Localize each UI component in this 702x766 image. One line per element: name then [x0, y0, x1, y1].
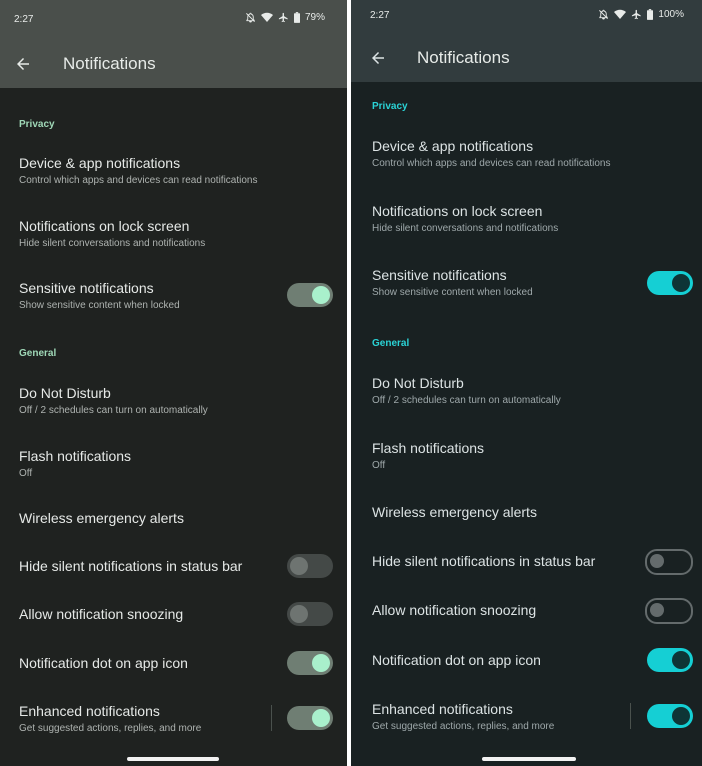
list-item[interactable]: Notifications on lock screen Hide silent… — [0, 218, 347, 251]
toggle-knob — [290, 605, 308, 623]
section-general: General — [372, 338, 410, 349]
sensitive-notifications-toggle[interactable] — [647, 271, 693, 295]
gesture-handle[interactable] — [482, 757, 576, 761]
item-title: Device & app notifications — [372, 138, 534, 154]
item-subtitle: Off / 2 schedules can turn on automatica… — [372, 395, 561, 406]
item-subtitle: Control which apps and devices can read … — [372, 158, 611, 169]
item-title: Flash notifications — [19, 448, 132, 464]
status-time: 2:27 — [14, 14, 34, 25]
list-item[interactable]: Do Not Disturb Off / 2 schedules can tur… — [0, 385, 347, 418]
enhanced-notifications-toggle[interactable] — [287, 706, 333, 730]
snoozing-toggle[interactable] — [645, 598, 693, 624]
divider — [630, 703, 631, 729]
hide-silent-toggle[interactable] — [645, 549, 693, 575]
right-screen: 2:27 100% Notifications Privacy Device &… — [351, 0, 702, 766]
wifi-icon — [260, 12, 273, 22]
list-item[interactable]: Notifications on lock screen Hide silent… — [351, 203, 702, 236]
enhanced-notifications-toggle[interactable] — [647, 704, 693, 728]
back-arrow-icon[interactable] — [14, 55, 32, 73]
list-item[interactable]: Wireless emergency alerts — [351, 504, 702, 520]
item-subtitle: Control which apps and devices can read … — [19, 175, 258, 186]
item-subtitle: Hide silent conversations and notificati… — [19, 238, 206, 249]
toggle-knob — [312, 709, 330, 727]
notification-dot-toggle[interactable] — [287, 651, 333, 675]
notification-dot-toggle[interactable] — [647, 648, 693, 672]
left-screen: 2:27 79% Notifications Privacy Device & … — [0, 0, 347, 766]
toggle-knob — [672, 651, 690, 669]
item-title: Notifications on lock screen — [19, 218, 190, 234]
airplane-icon — [632, 9, 642, 20]
battery-icon — [293, 12, 300, 23]
notifications-off-icon — [599, 9, 609, 20]
list-item[interactable]: Device & app notifications Control which… — [351, 138, 702, 171]
list-item[interactable]: Flash notifications Off — [351, 440, 702, 473]
section-privacy: Privacy — [19, 119, 55, 130]
item-subtitle: Off / 2 schedules can turn on automatica… — [19, 405, 208, 416]
status-bar: 2:27 100% — [351, 0, 702, 38]
item-title: Flash notifications — [372, 440, 485, 456]
status-time: 2:27 — [370, 10, 390, 21]
list-item[interactable]: Device & app notifications Control which… — [0, 155, 347, 188]
gesture-handle[interactable] — [127, 757, 219, 761]
toggle-knob — [672, 274, 690, 292]
toggle-knob — [650, 554, 664, 568]
list-item[interactable]: Do Not Disturb Off / 2 schedules can tur… — [351, 375, 702, 408]
airplane-icon — [278, 12, 288, 23]
hide-silent-toggle[interactable] — [287, 554, 333, 578]
status-bar: 2:27 79% — [0, 0, 347, 38]
wifi-icon — [614, 9, 627, 19]
item-title: Wireless emergency alerts — [372, 504, 537, 520]
section-general: General — [19, 348, 57, 359]
page-title: Notifications — [417, 48, 510, 67]
toggle-knob — [290, 557, 308, 575]
list-item[interactable]: Wireless emergency alerts — [0, 510, 347, 526]
snoozing-toggle[interactable] — [287, 602, 333, 626]
battery-percent: 79% — [304, 12, 325, 23]
toggle-knob — [312, 654, 330, 672]
list-item[interactable]: Flash notifications Off — [0, 448, 347, 481]
toggle-knob — [312, 286, 330, 304]
toggle-knob — [650, 603, 664, 617]
item-title: Do Not Disturb — [19, 385, 111, 401]
toggle-knob — [672, 707, 690, 725]
app-bar: 2:27 79% Notifications — [0, 0, 347, 88]
notifications-off-icon — [246, 12, 255, 23]
battery-icon — [647, 9, 654, 20]
item-title: Wireless emergency alerts — [19, 510, 184, 526]
section-privacy: Privacy — [372, 101, 408, 112]
divider — [271, 705, 272, 731]
item-title: Device & app notifications — [19, 155, 181, 171]
item-title: Do Not Disturb — [372, 375, 464, 391]
app-bar: 2:27 100% Notifications — [351, 0, 702, 82]
back-arrow-icon[interactable] — [369, 49, 387, 67]
battery-percent: 100% — [658, 9, 684, 20]
item-subtitle: Off — [19, 468, 33, 479]
item-subtitle: Off — [372, 460, 386, 471]
sensitive-notifications-toggle[interactable] — [287, 283, 333, 307]
item-subtitle: Hide silent conversations and notificati… — [372, 223, 559, 234]
item-title: Notifications on lock screen — [372, 203, 543, 219]
page-title: Notifications — [63, 54, 156, 73]
